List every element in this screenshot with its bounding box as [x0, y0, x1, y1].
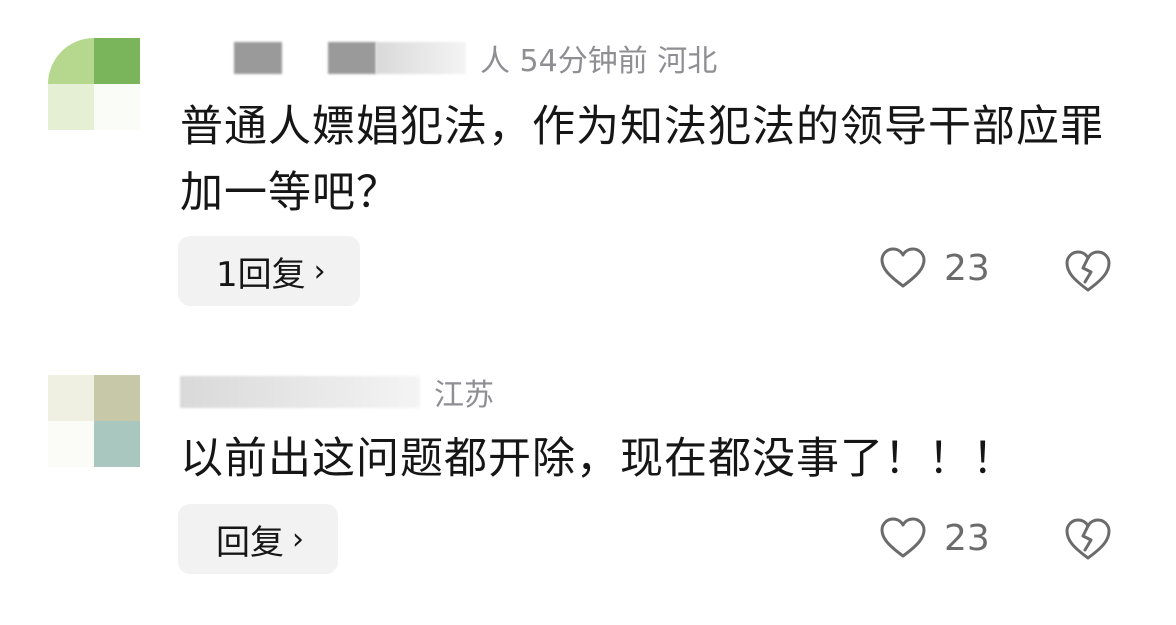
heart-outline-icon — [880, 247, 926, 288]
username-redacted[interactable] — [234, 42, 282, 74]
comment-item: 江苏 以前出这问题都开除，现在都没事了！！！ 回复 › 23 — [0, 360, 1176, 625]
heart-outline-icon — [880, 517, 926, 558]
reply-label: 回复 — [216, 522, 284, 563]
comment-item: 人 54分钟前 河北 普通人嫖娼犯法，作为知法犯法的领导干部应罪加一等吧？ 1回… — [0, 0, 1176, 330]
chevron-right-icon: › — [292, 521, 304, 557]
broken-heart-icon[interactable] — [1064, 516, 1112, 562]
like-button[interactable]: 23 — [880, 238, 990, 298]
like-count: 23 — [944, 247, 990, 289]
time-location: 人 54分钟前 河北 — [480, 44, 718, 79]
username-redacted[interactable] — [328, 42, 376, 74]
comment-text: 以前出这问题都开除，现在都没事了！！！ — [180, 434, 1016, 484]
avatar[interactable] — [48, 375, 140, 467]
location: 江苏 — [434, 378, 494, 413]
chevron-right-icon: › — [313, 253, 326, 289]
avatar[interactable] — [48, 38, 140, 130]
comment-text: 普通人嫖娼犯法，作为知法犯法的领导干部应罪加一等吧？ — [180, 102, 1104, 218]
reply-button[interactable]: 回复 › — [178, 504, 338, 574]
comment-meta: 江苏 — [180, 370, 494, 414]
comment-meta: 人 54分钟前 河北 — [180, 36, 717, 80]
username-redacted[interactable] — [180, 376, 420, 408]
reply-label: 1回复 — [216, 254, 306, 295]
username-redacted — [376, 42, 466, 74]
like-button[interactable]: 23 — [880, 508, 990, 568]
broken-heart-icon[interactable] — [1064, 248, 1112, 294]
reply-button[interactable]: 1回复 › — [178, 236, 360, 306]
like-count: 23 — [944, 517, 990, 559]
